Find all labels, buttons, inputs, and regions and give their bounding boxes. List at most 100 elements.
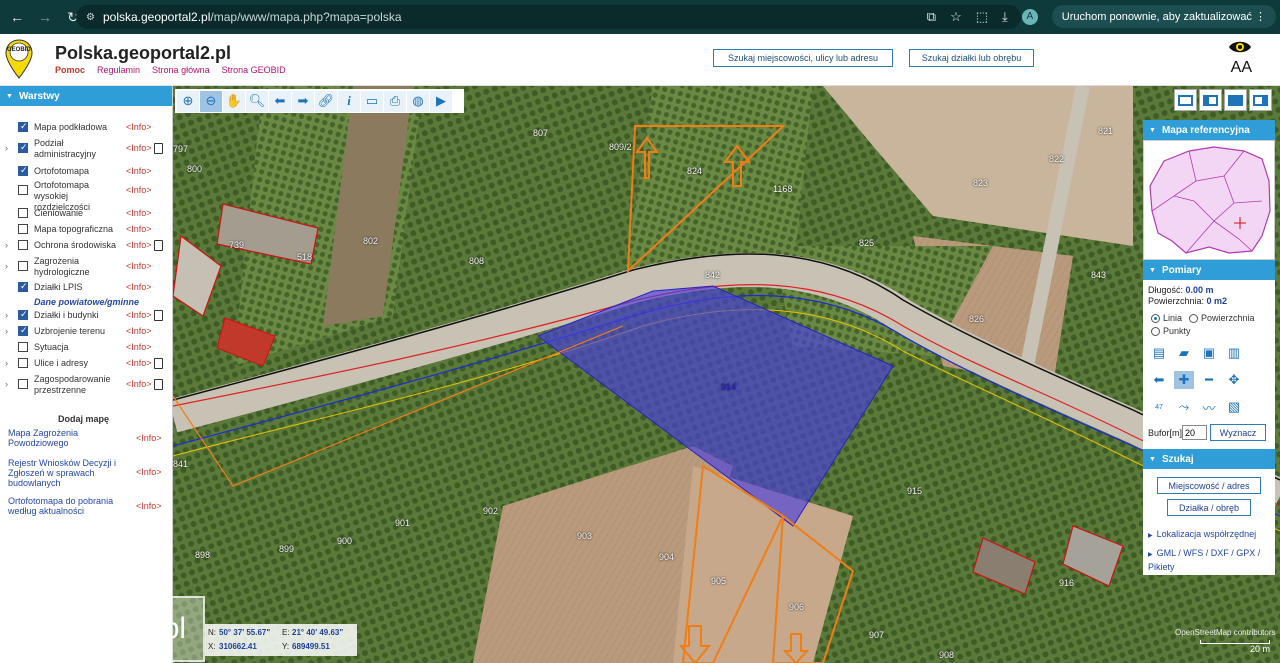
expand-icon[interactable]: ›: [5, 240, 8, 250]
expand-icon[interactable]: ›: [5, 261, 8, 271]
address-bar[interactable]: ⚙ polska.geoportal2.pl/map/www/mapa.php?…: [76, 5, 1021, 29]
map-attribution[interactable]: OpenStreetMap contributors: [1175, 628, 1276, 637]
coordinate-location-link[interactable]: ▶ Lokalizacja współrzędnej: [1148, 529, 1256, 539]
back-icon[interactable]: ←: [6, 6, 28, 28]
reference-map-header[interactable]: ▼ Mapa referencyjna: [1143, 120, 1275, 140]
orthophoto-download-link[interactable]: Ortofotomapa do pobrania według aktualno…: [8, 496, 126, 516]
info-link[interactable]: <Info>: [126, 122, 152, 132]
export-icon[interactable]: [1224, 89, 1247, 111]
compute-button[interactable]: Wyznacz: [1210, 424, 1266, 441]
home-link[interactable]: Strona główna: [152, 65, 210, 75]
eye-icon[interactable]: [1228, 39, 1252, 55]
info-link[interactable]: <Info>: [126, 261, 152, 271]
orthophoto-map[interactable]: [173, 86, 1280, 663]
install-app-icon[interactable]: ⧉: [927, 9, 936, 25]
trash-icon[interactable]: ▥: [1224, 344, 1244, 362]
move-point-icon[interactable]: ✥: [1224, 371, 1244, 389]
help-link[interactable]: Pomoc: [55, 65, 85, 75]
undo-arrow-icon[interactable]: ⬅: [1149, 371, 1169, 389]
reference-map[interactable]: [1143, 140, 1275, 260]
layer-checkbox[interactable]: [18, 379, 28, 389]
document-icon[interactable]: [154, 240, 163, 251]
zoom-in-icon[interactable]: ⊕: [177, 90, 199, 112]
bookmark-star-icon[interactable]: ☆: [950, 9, 962, 25]
document-icon[interactable]: [154, 310, 163, 321]
import-formats-link[interactable]: ▶ GML / WFS / DXF / GPX / Pikiety: [1148, 547, 1272, 573]
zoom-box-icon[interactable]: 🔍︎: [246, 90, 268, 112]
globe-icon[interactable]: ◍: [407, 90, 429, 112]
search-plot-button[interactable]: Działka / obręb: [1167, 499, 1251, 516]
layer-checkbox[interactable]: [18, 309, 28, 320]
full-view-icon[interactable]: [1174, 89, 1197, 111]
layer-checkbox[interactable]: [18, 261, 28, 271]
expand-icon[interactable]: ›: [5, 358, 8, 368]
document-icon[interactable]: ▤: [1149, 344, 1169, 362]
link-icon[interactable]: 🔗︎: [315, 90, 337, 112]
site-info-icon[interactable]: ⚙: [86, 12, 95, 23]
zoom-out-icon[interactable]: ⊖: [200, 90, 222, 112]
layer-checkbox[interactable]: [18, 121, 28, 132]
info-link[interactable]: <Info>: [126, 166, 152, 176]
mode-area-radio[interactable]: Powierzchnia: [1189, 313, 1255, 323]
expand-icon[interactable]: ›: [5, 379, 8, 389]
layer-checkbox[interactable]: [18, 165, 28, 176]
expand-icon[interactable]: ›: [5, 310, 8, 320]
expand-icon[interactable]: ›: [5, 143, 8, 153]
cube-icon[interactable]: ▧: [1224, 398, 1244, 416]
site-title[interactable]: Polska.geoportal2.pl: [55, 43, 231, 64]
layer-checkbox[interactable]: [18, 224, 28, 234]
info-link[interactable]: <Info>: [126, 282, 152, 292]
layer-checkbox[interactable]: [18, 142, 28, 153]
layer-checkbox[interactable]: [18, 342, 28, 352]
video-camera-icon[interactable]: ▶: [430, 90, 452, 112]
measure-panel-header[interactable]: ▼ Pomiary: [1143, 260, 1275, 280]
layer-checkbox[interactable]: [18, 208, 28, 218]
mode-points-radio[interactable]: Punkty: [1151, 326, 1191, 336]
layers-panel-header[interactable]: ▼ Warstwy: [0, 86, 172, 106]
next-view-icon[interactable]: ➡: [292, 90, 314, 112]
building-permits-link[interactable]: Rejestr Wniosków Decyzji i Zgłoszeń w sp…: [8, 458, 126, 488]
geobid-logo-icon[interactable]: [4, 38, 34, 80]
update-button[interactable]: Uruchom ponownie, aby zaktualizować ⋮: [1051, 5, 1276, 28]
path-icon[interactable]: ⤳: [1174, 398, 1194, 416]
info-link[interactable]: <Info>: [126, 379, 152, 389]
info-link[interactable]: <Info>: [126, 342, 152, 352]
info-link[interactable]: <Info>: [136, 467, 162, 477]
document-icon[interactable]: [154, 358, 163, 369]
info-icon[interactable]: i: [338, 90, 360, 112]
info-link[interactable]: <Info>: [136, 433, 162, 443]
point-count-icon[interactable]: 47: [1149, 398, 1169, 416]
document-icon[interactable]: [154, 379, 163, 390]
layer-checkbox[interactable]: [18, 281, 28, 292]
layer-checkbox[interactable]: [18, 325, 28, 336]
pan-hand-icon[interactable]: ✋: [223, 90, 245, 112]
split-view-icon[interactable]: [1199, 89, 1222, 111]
geobid-link[interactable]: Strona GEOBID: [222, 65, 286, 75]
add-point-icon[interactable]: ✚: [1174, 371, 1194, 389]
map-canvas[interactable]: 797 800 807 809/2 824 1168 821 822 823 739 518 802 8…: [173, 86, 1280, 663]
forward-icon[interactable]: →: [34, 6, 56, 28]
document-icon[interactable]: [154, 143, 163, 154]
info-link[interactable]: <Info>: [126, 358, 152, 368]
flood-map-link[interactable]: Mapa Zagrożenia Powodziowego: [8, 428, 126, 448]
layer-checkbox[interactable]: [18, 185, 28, 195]
print-icon[interactable]: ⎙: [384, 90, 406, 112]
search-place-button[interactable]: Szukaj miejscowości, ulicy lub adresu: [713, 49, 893, 67]
info-link[interactable]: <Info>: [126, 143, 152, 153]
info-link[interactable]: <Info>: [136, 501, 162, 511]
folder-icon[interactable]: ▰: [1174, 344, 1194, 362]
info-link[interactable]: <Info>: [126, 208, 152, 218]
layer-checkbox[interactable]: [18, 240, 28, 250]
save-icon[interactable]: ▣: [1199, 344, 1219, 362]
info-link[interactable]: <Info>: [126, 326, 152, 336]
download-icon[interactable]: ⤓: [1002, 9, 1008, 25]
measure-ruler-icon[interactable]: ▭: [361, 90, 383, 112]
info-link[interactable]: <Info>: [126, 310, 152, 320]
buffer-input[interactable]: [1182, 425, 1207, 440]
search-plot-button[interactable]: Szukaj działki lub obrębu: [909, 49, 1034, 67]
search-place-button[interactable]: Miejscowość / adres: [1157, 477, 1261, 494]
previous-view-icon[interactable]: ⬅: [269, 90, 291, 112]
info-link[interactable]: <Info>: [126, 224, 152, 234]
profile-icon[interactable]: 〰: [1199, 398, 1219, 416]
extensions-icon[interactable]: ⬚: [976, 9, 988, 25]
